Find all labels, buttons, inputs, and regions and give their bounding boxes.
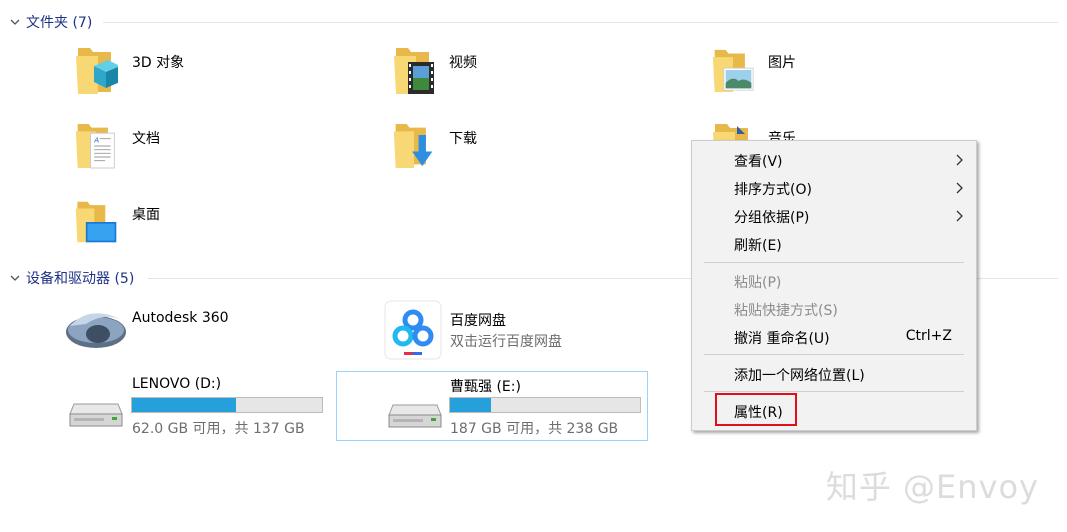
folder-downloads[interactable]: 下载 [392, 120, 692, 180]
menu-item-label: 查看(V) [734, 154, 783, 170]
folder-label: 视频 [449, 55, 477, 71]
section-title: 文件夹 (7) [26, 15, 93, 31]
folder-label: 3D 对象 [132, 55, 185, 71]
menu-item-group[interactable]: 分组依据(P) [692, 203, 976, 229]
autodesk-360-icon [66, 313, 126, 348]
devices-section-header[interactable]: 设备和驱动器 (5) [8, 268, 134, 288]
context-menu: 查看(V) 排序方式(O) 分组依据(P) 刷新(E) 粘贴(P) 粘贴快捷方式… [691, 140, 977, 431]
device-label: 百度网盘 [450, 313, 506, 329]
hard-drive-icon [69, 403, 123, 427]
chevron-right-icon [956, 182, 963, 194]
drive-e[interactable]: 曹甄强 (E:) 187 GB 可用，共 238 GB [336, 371, 648, 441]
drive-usage-fill [132, 398, 236, 412]
section-title: 设备和驱动器 (5) [26, 271, 135, 287]
folders-section-header[interactable]: 文件夹 (7) [8, 12, 92, 32]
menu-separator [704, 391, 964, 392]
3d-objects-icon [76, 48, 118, 94]
folder-3d-objects[interactable]: 3D 对象 [74, 44, 374, 104]
drive-usage-text: 62.0 GB 可用，共 137 GB [132, 421, 305, 437]
chevron-right-icon [956, 154, 963, 166]
drive-usage-bar [449, 397, 641, 413]
menu-item-refresh[interactable]: 刷新(E) [692, 231, 976, 257]
folder-videos[interactable]: 视频 [392, 44, 692, 104]
menu-separator [704, 262, 964, 263]
drive-d[interactable]: LENOVO (D:) 62.0 GB 可用，共 137 GB [66, 372, 332, 440]
menu-item-label: 添加一个网络位置(L) [734, 368, 865, 384]
drive-usage-fill [450, 398, 491, 412]
menu-item-label: 排序方式(O) [734, 182, 812, 198]
folder-label: 文档 [132, 131, 160, 147]
pictures-icon [712, 49, 754, 92]
folder-label: 桌面 [132, 207, 160, 223]
folder-label: 图片 [768, 55, 796, 71]
menu-item-sort[interactable]: 排序方式(O) [692, 175, 976, 201]
menu-item-view[interactable]: 查看(V) [692, 147, 976, 173]
device-subtitle: 双击运行百度网盘 [450, 334, 562, 350]
videos-icon [394, 48, 434, 94]
device-baidu-netdisk[interactable]: 百度网盘 双击运行百度网盘 [384, 300, 684, 362]
device-autodesk-360[interactable]: Autodesk 360 [64, 300, 364, 360]
downloads-icon [393, 124, 433, 168]
menu-item-undo[interactable]: 撤消 重命名(U) Ctrl+Z [692, 324, 976, 350]
drive-usage-text: 187 GB 可用，共 238 GB [450, 421, 619, 437]
menu-item-label: 分组依据(P) [734, 210, 810, 226]
menu-item-label: 粘贴(P) [734, 275, 782, 291]
drive-label: 曹甄强 (E:) [450, 379, 521, 395]
section-divider [103, 22, 1058, 23]
drive-usage-bar [131, 397, 323, 413]
menu-item-label: 粘贴快捷方式(S) [734, 303, 838, 319]
folder-documents[interactable]: A 文档 [74, 120, 374, 180]
baidu-netdisk-icon [384, 300, 442, 360]
hard-drive-icon [388, 404, 442, 428]
highlight-annotation-box [715, 393, 797, 426]
menu-separator [704, 354, 964, 355]
desktop-icon [75, 201, 117, 243]
device-label: Autodesk 360 [132, 310, 229, 326]
watermark: 知乎 @Envoy [825, 468, 1039, 506]
documents-icon: A [75, 124, 115, 169]
chevron-right-icon [956, 210, 963, 222]
menu-item-paste[interactable]: 粘贴(P) [692, 268, 976, 294]
menu-item-add-network-location[interactable]: 添加一个网络位置(L) [692, 361, 976, 387]
chevron-down-icon[interactable] [8, 271, 22, 285]
folder-pictures[interactable]: 图片 [711, 44, 1011, 104]
chevron-down-icon[interactable] [8, 15, 22, 29]
folder-desktop[interactable]: 桌面 [74, 196, 374, 256]
drive-label: LENOVO (D:) [132, 376, 222, 392]
menu-item-label: 刷新(E) [734, 238, 782, 254]
menu-item-shortcut: Ctrl+Z [905, 328, 952, 344]
svg-text:A: A [93, 135, 99, 144]
folder-label: 下载 [449, 131, 477, 147]
menu-item-label: 撤消 重命名(U) [734, 331, 830, 347]
menu-item-paste-shortcut[interactable]: 粘贴快捷方式(S) [692, 296, 976, 322]
